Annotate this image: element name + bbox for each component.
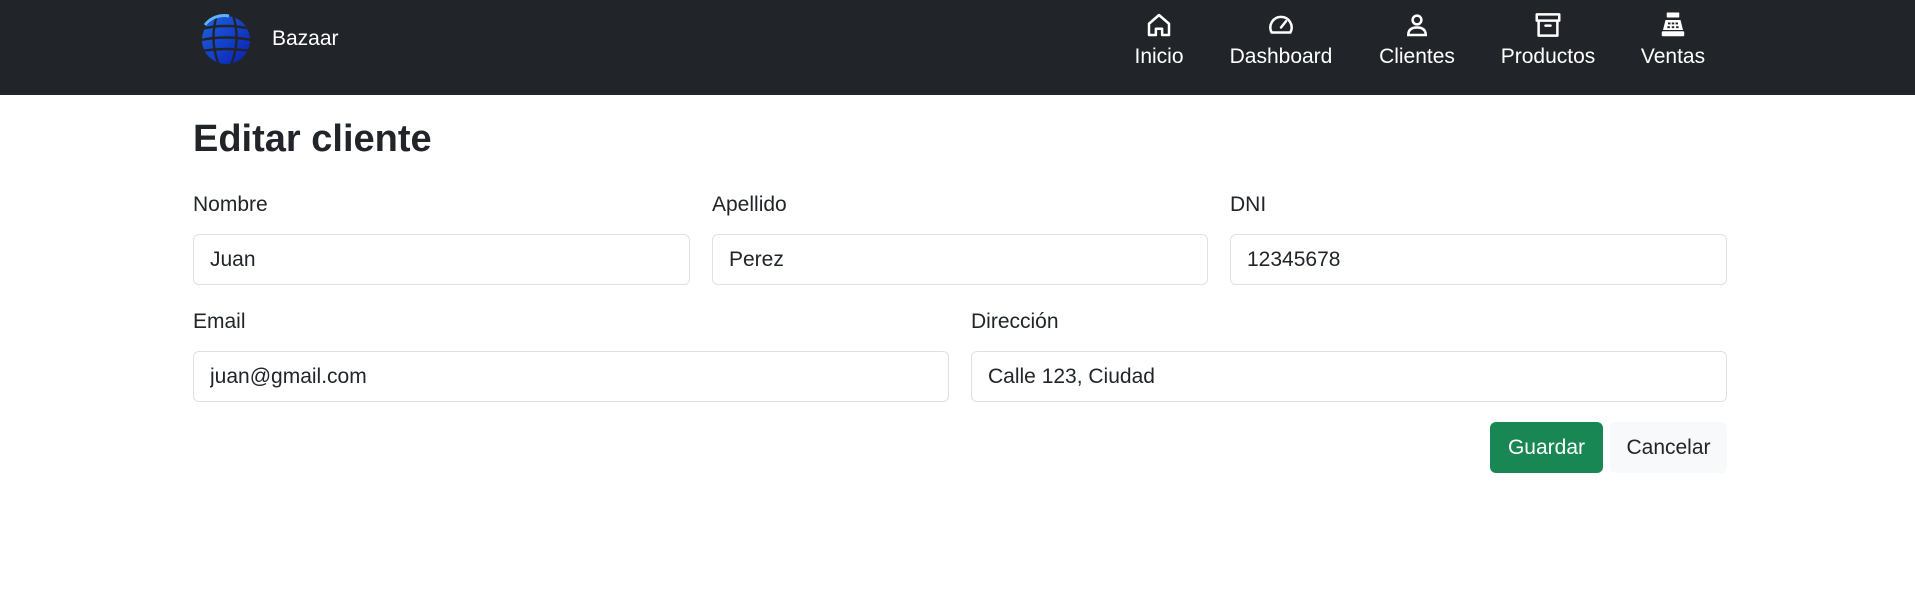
nav-item-productos[interactable]: Productos [1498,6,1598,76]
direccion-input[interactable] [971,351,1727,402]
field-dni: DNI [1230,190,1727,285]
speedometer-icon [1269,15,1293,34]
cash-register-icon [1661,12,1685,37]
main-nav: Inicio Dashboard Clientes Productos Vent… [0,6,1915,76]
apellido-input[interactable] [712,234,1208,285]
top-navbar: Bazaar Inicio Dashboard Clientes Product… [0,0,1915,95]
field-nombre: Nombre [193,190,690,285]
field-direccion: Dirección [971,307,1727,402]
nav-label-clientes: Clientes [1379,45,1455,68]
archive-box-icon [1535,13,1561,37]
nav-item-clientes[interactable]: Clientes [1377,6,1457,76]
person-icon [1406,14,1428,37]
nav-label-dashboard: Dashboard [1229,45,1333,68]
nav-item-dashboard[interactable]: Dashboard [1228,6,1334,76]
label-email: Email [193,310,246,333]
home-icon [1147,13,1171,37]
nombre-input[interactable] [193,234,690,285]
nav-label-inicio: Inicio [1134,45,1184,68]
page-title: Editar cliente [193,118,432,160]
label-dni: DNI [1230,193,1267,216]
save-button[interactable]: Guardar [1490,422,1603,473]
email-input[interactable] [193,351,949,402]
cancel-button[interactable]: Cancelar [1610,422,1727,473]
nav-item-ventas[interactable]: Ventas [1640,6,1706,76]
field-apellido: Apellido [712,190,1208,285]
label-nombre: Nombre [193,193,268,216]
label-apellido: Apellido [712,193,787,216]
nav-label-productos: Productos [1500,45,1596,68]
dni-input[interactable] [1230,234,1727,285]
label-direccion: Dirección [971,310,1059,333]
nav-item-inicio[interactable]: Inicio [1131,6,1187,76]
field-email: Email [193,307,949,402]
nav-label-ventas: Ventas [1640,45,1706,68]
